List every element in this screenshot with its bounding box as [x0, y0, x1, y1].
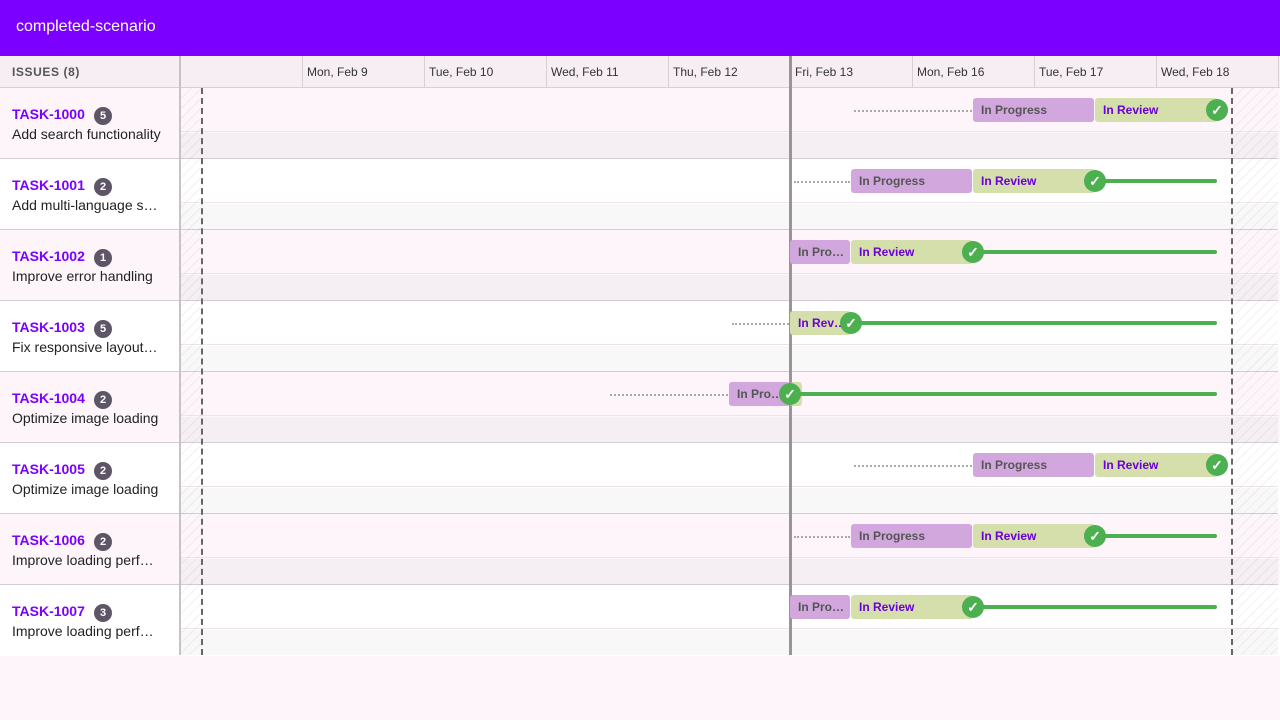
timeline-sublane — [180, 204, 1278, 229]
done-line — [851, 321, 1217, 325]
issue-count-badge: 1 — [94, 249, 112, 267]
issue-count-badge: 2 — [94, 391, 112, 409]
issue-info: TASK-1003 5 Fix responsive layout… — [0, 301, 180, 372]
in-review-bar[interactable]: In Review — [1095, 453, 1217, 477]
issue-key-link[interactable]: TASK-1000 — [12, 106, 85, 122]
issue-key-link[interactable]: TASK-1002 — [12, 248, 85, 264]
in-review-bar[interactable]: In Review — [1095, 98, 1217, 122]
in-progress-bar[interactable]: In Progress — [851, 169, 972, 193]
date-cell: Mon, Feb 16 — [912, 56, 1034, 87]
column-separator — [179, 56, 181, 655]
timeline-sublane — [180, 346, 1278, 371]
date-cell: Wed, Feb 18 — [1156, 56, 1279, 87]
issue-key-link[interactable]: TASK-1007 — [12, 603, 85, 619]
today-marker — [789, 56, 792, 655]
issue-key-link[interactable]: TASK-1003 — [12, 319, 85, 335]
check-circle-icon: ✓ — [1206, 99, 1228, 121]
in-review-bar[interactable]: In Review — [973, 169, 1095, 193]
issue-info: TASK-1005 2 Optimize image loading — [0, 443, 180, 514]
check-circle-icon: ✓ — [1206, 454, 1228, 476]
date-cell: Tue, Feb 10 — [424, 56, 546, 87]
out-of-range-hatch-right — [1233, 88, 1278, 655]
done-line — [1095, 534, 1217, 538]
issue-key-link[interactable]: TASK-1006 — [12, 532, 85, 548]
range-end-marker — [1231, 88, 1233, 655]
check-circle-icon: ✓ — [1084, 170, 1106, 192]
timeline-sublane — [180, 559, 1278, 584]
done-line — [973, 250, 1217, 254]
issue-summary: Improve loading perf… — [12, 552, 154, 568]
timeline-sublane — [180, 133, 1278, 158]
backlog-dotted-line — [794, 536, 850, 538]
issue-summary: Fix responsive layout… — [12, 339, 158, 355]
issue-count-badge: 3 — [94, 604, 112, 622]
issue-summary: Optimize image loading — [12, 481, 159, 497]
timeline-date-header: Mon, Feb 9 Tue, Feb 10 Wed, Feb 11 Thu, … — [180, 56, 1280, 88]
app-title: completed-scenario — [16, 18, 156, 35]
in-progress-bar[interactable]: In Progress — [851, 524, 972, 548]
date-cell: Mon, Feb 9 — [302, 56, 424, 87]
date-cell-blank — [180, 56, 302, 87]
date-cell: Thu, Feb 12 — [668, 56, 790, 87]
issue-summary: Add multi-language s… — [12, 197, 158, 213]
issue-summary: Improve loading perf… — [12, 623, 154, 639]
range-start-marker — [201, 88, 203, 655]
issue-info: TASK-1002 1 Improve error handling — [0, 230, 180, 301]
done-line — [790, 392, 1217, 396]
in-progress-bar[interactable]: In Pro… — [790, 240, 850, 264]
in-review-bar[interactable]: In Review — [851, 240, 973, 264]
issue-info: TASK-1001 2 Add multi-language s… — [0, 159, 180, 230]
timeline-sublane — [180, 488, 1278, 513]
in-progress-bar[interactable]: In Progress — [973, 453, 1094, 477]
in-review-bar[interactable]: In Review — [973, 524, 1095, 548]
issue-info: TASK-1000 5 Add search functionality — [0, 88, 180, 159]
check-circle-icon: ✓ — [962, 596, 984, 618]
backlog-dotted-line — [794, 181, 850, 183]
in-progress-bar[interactable]: In Progress — [973, 98, 1094, 122]
issue-info: TASK-1007 3 Improve loading perf… — [0, 585, 180, 656]
check-circle-icon: ✓ — [962, 241, 984, 263]
issue-summary: Optimize image loading — [12, 410, 159, 426]
timeline-sublane — [180, 630, 1278, 655]
backlog-dotted-line — [854, 110, 972, 112]
in-progress-bar[interactable]: In Pro… — [790, 595, 850, 619]
backlog-dotted-line — [610, 394, 728, 396]
check-circle-icon: ✓ — [779, 383, 801, 405]
issue-info: TASK-1006 2 Improve loading perf… — [0, 514, 180, 585]
issues-column-header: ISSUES (8) — [0, 56, 180, 88]
done-line — [973, 605, 1217, 609]
issue-count-badge: 5 — [94, 320, 112, 338]
issue-info: TASK-1004 2 Optimize image loading — [0, 372, 180, 443]
date-cell: Tue, Feb 17 — [1034, 56, 1156, 87]
done-line — [1095, 179, 1217, 183]
issue-count-badge: 2 — [94, 178, 112, 196]
issues-count-label: ISSUES (8) — [12, 65, 81, 79]
issue-count-badge: 5 — [94, 107, 112, 125]
app-header: completed-scenario — [0, 0, 1280, 56]
out-of-range-hatch-left — [181, 88, 201, 655]
issue-summary: Improve error handling — [12, 268, 153, 284]
date-cell: Wed, Feb 11 — [546, 56, 668, 87]
check-circle-icon: ✓ — [1084, 525, 1106, 547]
backlog-dotted-line — [854, 465, 972, 467]
timeline-sublane — [180, 417, 1278, 442]
check-circle-icon: ✓ — [840, 312, 862, 334]
in-review-bar[interactable]: In Review — [851, 595, 973, 619]
issue-summary: Add search functionality — [12, 126, 161, 142]
timeline-sublane — [180, 275, 1278, 300]
backlog-dotted-line — [732, 323, 789, 325]
issue-key-link[interactable]: TASK-1001 — [12, 177, 85, 193]
date-cell: Fri, Feb 13 — [790, 56, 912, 87]
issue-count-badge: 2 — [94, 462, 112, 480]
issue-key-link[interactable]: TASK-1005 — [12, 461, 85, 477]
issue-count-badge: 2 — [94, 533, 112, 551]
issue-key-link[interactable]: TASK-1004 — [12, 390, 85, 406]
